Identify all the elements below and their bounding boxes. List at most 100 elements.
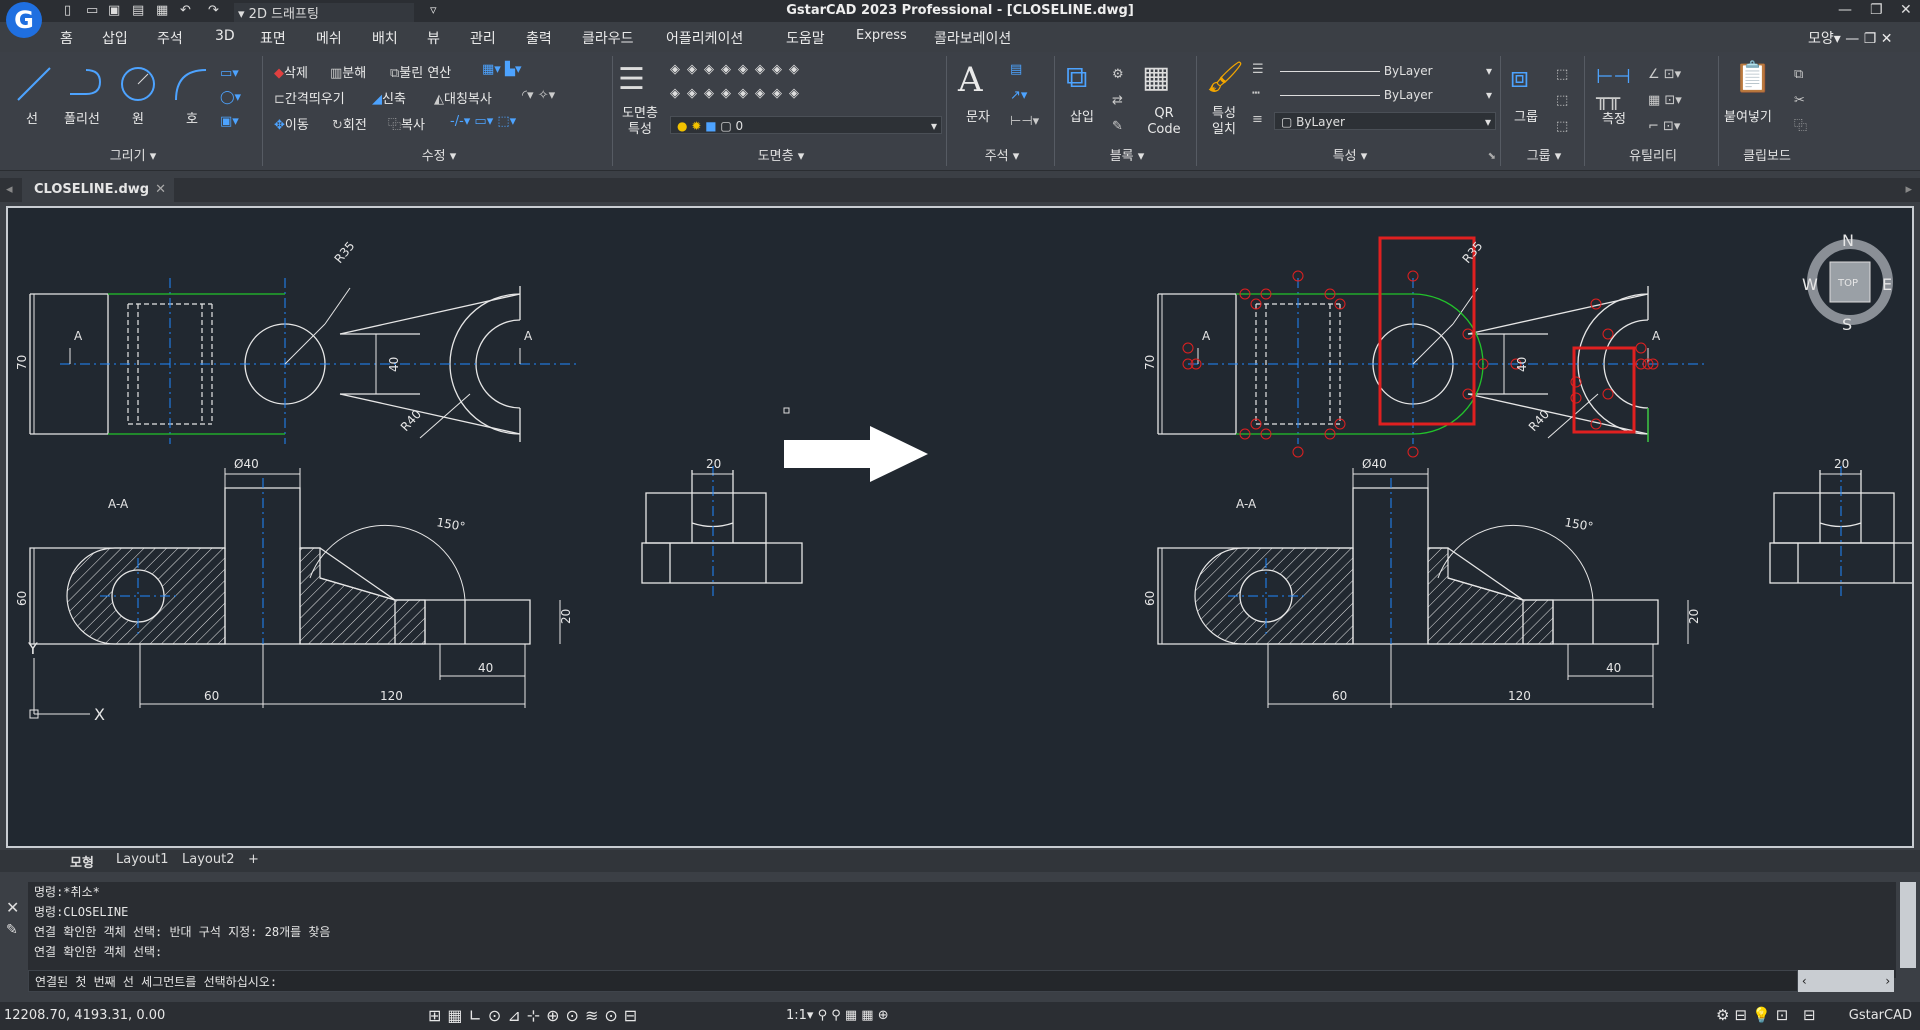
command-scrollbar[interactable]: [1900, 882, 1916, 968]
tab-manage[interactable]: 관리: [470, 28, 496, 48]
layer-properties-button[interactable]: 도면층 특성: [618, 106, 662, 138]
circle-icon[interactable]: [118, 64, 158, 104]
drawing-after[interactable]: [1157, 236, 1912, 709]
explode-button[interactable]: ▥분해: [330, 62, 366, 81]
close-tab-icon[interactable]: ✕: [155, 178, 166, 202]
tab-insert[interactable]: 삽입: [102, 28, 128, 48]
close-icon[interactable]: ✕: [1900, 2, 1912, 18]
qr-code-button[interactable]: QR Code: [1142, 106, 1186, 138]
tab-annotate[interactable]: 주석: [157, 28, 183, 48]
arc-button[interactable]: 호: [186, 108, 198, 127]
line-button[interactable]: 선: [26, 108, 38, 127]
layer-panel-label[interactable]: 도면층 ▾: [616, 145, 946, 164]
tab-layout1[interactable]: Layout1: [116, 852, 168, 867]
viewcube-top[interactable]: TOP: [1837, 278, 1858, 289]
text-icon[interactable]: A: [958, 60, 983, 100]
tab-home[interactable]: 홈: [60, 28, 73, 48]
command-close-icon[interactable]: ✕: [6, 898, 19, 917]
arc-icon[interactable]: [170, 64, 210, 104]
command-input[interactable]: 연결된 첫 번째 선 세그먼트를 선택하십시오:: [28, 970, 1798, 992]
offset-button[interactable]: ⊏간격띄우기: [274, 88, 345, 107]
dimension-icon[interactable]: ⊢⊣▾: [1010, 114, 1039, 129]
cut-copy-icon[interactable]: ⧉ ✂ ⿻: [1794, 62, 1807, 140]
tab-3d[interactable]: 3D: [215, 28, 235, 44]
color-select[interactable]: ByLayer ▾: [1274, 62, 1496, 80]
scale-button[interactable]: ◢신축: [372, 88, 406, 107]
mirror-button[interactable]: ◭대칭복사: [434, 88, 492, 107]
tab-mesh[interactable]: 메쉬: [316, 28, 342, 48]
tab-layout2[interactable]: Layout2: [182, 852, 234, 867]
line-icon[interactable]: [14, 64, 54, 104]
paste-button[interactable]: 붙여넣기: [1724, 106, 1772, 125]
group-icon[interactable]: ⧈: [1510, 60, 1529, 95]
boolean-button[interactable]: ⧉불린 연산: [390, 62, 451, 81]
block-panel-label[interactable]: 블록 ▾: [1058, 145, 1196, 164]
tab-collaboration[interactable]: 콜라보레이션: [934, 28, 1011, 48]
move-button[interactable]: ✥이동: [274, 114, 309, 133]
measure-button[interactable]: 측정: [1602, 108, 1626, 127]
tab-scroll-left-icon[interactable]: ◂: [6, 182, 13, 197]
command-hscroll[interactable]: ‹ ›: [1798, 970, 1894, 992]
group-panel-label[interactable]: 그룹 ▾: [1504, 145, 1584, 164]
ellipse-icon[interactable]: ◯▾: [220, 90, 241, 105]
clipboard-panel-label[interactable]: 클립보드: [1722, 145, 1812, 164]
layer-select[interactable]: ● ✹ ■ ▢ 0 ▾: [670, 116, 942, 134]
draw-panel-label[interactable]: 그리기 ▾: [4, 145, 262, 164]
tab-view[interactable]: 뷰: [427, 28, 440, 48]
drafting-toggles[interactable]: ⊞▦∟⊙⊿⊹⊕⊙≋⊙⊟: [428, 1006, 643, 1025]
layer-properties-icon[interactable]: ☰: [618, 62, 645, 97]
modify-panel-label[interactable]: 수정 ▾: [266, 145, 612, 164]
command-settings-icon[interactable]: ✎: [6, 922, 18, 938]
tab-scroll-right-icon[interactable]: ▸: [1905, 182, 1912, 197]
insert-button[interactable]: 삽입: [1070, 106, 1094, 125]
polyline-button[interactable]: 폴리선: [64, 108, 100, 127]
style-menu[interactable]: 모양▾ — ❐ ✕: [1808, 28, 1892, 48]
restore-icon[interactable]: ❐: [1870, 2, 1883, 18]
block-tools-icon[interactable]: ⚙ ⇄ ✎: [1112, 62, 1124, 140]
annotation-scale[interactable]: 1:1▾ ⚲ ⚲ ▦ ▦ ⊕: [786, 1008, 889, 1023]
rotate-button[interactable]: ↻회전: [332, 114, 367, 133]
lineweight-icon[interactable]: ≡: [1252, 112, 1263, 127]
linetype-select[interactable]: ByLayer ▾: [1274, 86, 1496, 104]
viewcube-e[interactable]: E: [1882, 275, 1892, 294]
erase-button[interactable]: ◆삭제: [274, 62, 308, 81]
properties-panel-label[interactable]: 특성 ▾: [1200, 145, 1500, 164]
tab-express[interactable]: Express: [856, 28, 907, 43]
drawing-canvas[interactable]: R35 R40 70 40 A A A-A Ø40 20 60 150° 20 …: [6, 206, 1914, 848]
tab-layout[interactable]: 배치: [372, 28, 398, 48]
tab-closeline[interactable]: CLOSELINE.dwg ✕: [22, 178, 174, 202]
drawing-before[interactable]: [29, 277, 803, 709]
measure-icon[interactable]: ⊢⊣: [1596, 64, 1631, 88]
tab-applications[interactable]: 어플리케이션: [666, 28, 743, 48]
rectangle-icon[interactable]: ▭▾: [220, 66, 239, 81]
paste-icon[interactable]: 📋: [1734, 60, 1771, 95]
viewcube-w[interactable]: W: [1802, 275, 1818, 294]
text-button[interactable]: 문자: [966, 106, 990, 125]
tab-surface[interactable]: 표면: [260, 28, 286, 48]
tab-add-layout[interactable]: +: [248, 852, 259, 867]
layer-tools-row2[interactable]: ◈◈◈◈◈◈◈◈: [670, 86, 806, 101]
viewcube-n[interactable]: N: [1842, 231, 1854, 250]
utility-tools-icon[interactable]: ∠ ⊡▾ ▦ ⊡▾ ⌐ ⊡▾: [1648, 62, 1682, 140]
layer-tools-row1[interactable]: ◈◈◈◈◈◈◈◈: [670, 62, 806, 77]
group-tools-icon[interactable]: ⬚ ⬚ ⬚: [1556, 62, 1568, 140]
insert-block-icon[interactable]: ⧉: [1066, 60, 1087, 95]
utilities-panel-label[interactable]: 유틸리티: [1588, 145, 1718, 164]
tab-cloud[interactable]: 클라우드: [582, 28, 634, 48]
annotation-panel-label[interactable]: 주석 ▾: [950, 145, 1054, 164]
trim-icon[interactable]: -/-▾ ▭▾ ⬚▾: [450, 114, 516, 129]
ruler-icon[interactable]: ╥╥: [1596, 86, 1620, 110]
circle-button[interactable]: 원: [132, 108, 144, 127]
array-icon[interactable]: ▦▾ ▙▾: [482, 62, 521, 77]
copy-button[interactable]: ⿻복사: [388, 114, 425, 133]
tab-help[interactable]: 도움말: [786, 28, 825, 48]
linetype-icon[interactable]: ┅: [1252, 86, 1260, 101]
lineweight-select[interactable]: ▢ ByLayer ▾: [1274, 112, 1496, 130]
tab-output[interactable]: 출력: [526, 28, 552, 48]
qr-code-icon[interactable]: ▦: [1142, 60, 1170, 95]
table-icon[interactable]: ▤: [1010, 62, 1022, 77]
viewcube[interactable]: TOP N S E W: [1802, 231, 1893, 334]
status-tools[interactable]: ⚙⊟💡⊡ ⊟: [1716, 1006, 1821, 1024]
polyline-icon[interactable]: [66, 64, 106, 104]
minimize-icon[interactable]: —: [1838, 2, 1852, 18]
